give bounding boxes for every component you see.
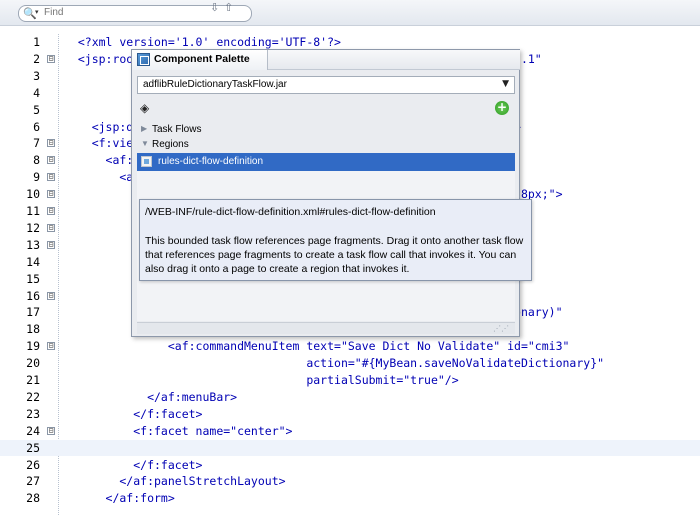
- line-number: 28: [26, 491, 40, 506]
- add-icon[interactable]: +: [495, 101, 509, 115]
- code-text: </f:facet>: [64, 406, 203, 421]
- line-number: 18: [26, 322, 40, 337]
- library-select-value: adflibRuleDictionaryTaskFlow.jar: [143, 79, 287, 90]
- line-number: 11: [26, 204, 40, 218]
- line-number: 7: [33, 136, 40, 151]
- line-number: 4: [33, 85, 40, 100]
- chevron-down-icon[interactable]: ▼: [502, 79, 509, 89]
- category-label: Regions: [152, 139, 189, 150]
- fold-toggle-icon[interactable]: ⊟: [47, 426, 55, 435]
- line-number: 22: [26, 389, 40, 404]
- code-line[interactable]: 25: [0, 439, 700, 457]
- line-number: 9: [33, 170, 40, 185]
- code-text: <f:facet name="center">: [64, 423, 293, 438]
- code-line[interactable]: 21 partialSubmit="true"/>: [0, 372, 700, 389]
- fold-toggle-icon[interactable]: ⊟: [47, 342, 55, 351]
- code-line[interactable]: 26 </f:facet>: [0, 457, 700, 474]
- code-text: <af:: [64, 153, 134, 168]
- palette-tab[interactable]: Component Palette: [132, 50, 268, 70]
- find-input[interactable]: [44, 7, 124, 18]
- resize-grip-icon[interactable]: ⋰⋰: [493, 324, 509, 333]
- line-number: 26: [26, 457, 40, 472]
- fold-toggle-icon[interactable]: ⊟: [47, 173, 55, 182]
- code-text: <f:vie: [64, 136, 134, 151]
- palette-item-label: rules-dict-flow-definition: [158, 156, 264, 167]
- code-text: action="#{MyBean.saveNoValidateDictionar…: [64, 356, 605, 371]
- category-regions[interactable]: ▼ Regions: [137, 138, 515, 153]
- line-number: 8: [33, 153, 40, 168]
- line-number: 19: [26, 339, 40, 354]
- line-number: 1: [33, 35, 40, 49]
- code-line[interactable]: 27 </af:panelStretchLayout>: [0, 473, 700, 490]
- chevron-down-icon[interactable]: ▾: [35, 8, 39, 16]
- code-line[interactable]: 23 </f:facet>: [0, 406, 700, 423]
- tooltip-description: This bounded task flow references page f…: [145, 235, 524, 275]
- code-line[interactable]: 20 action="#{MyBean.saveNoValidateDictio…: [0, 355, 700, 372]
- code-text: </af:menuBar>: [64, 389, 238, 404]
- palette-item-rules-dict-flow-definition[interactable]: rules-dict-flow-definition: [137, 153, 515, 171]
- category-task-flows[interactable]: ▶ Task Flows: [137, 123, 515, 138]
- code-text: </af:panelStretchLayout>: [64, 474, 286, 489]
- line-number: 23: [26, 406, 40, 421]
- fold-toggle-icon[interactable]: ⊟: [47, 190, 55, 199]
- fold-toggle-icon[interactable]: ⊟: [47, 223, 55, 232]
- category-label: Task Flows: [152, 124, 202, 135]
- line-number: 2: [33, 51, 40, 66]
- find-previous-button[interactable]: ⇧: [224, 1, 233, 14]
- find-toolbar: 🔍 ▾ ⇩ ⇧: [0, 0, 700, 26]
- line-number: 5: [33, 102, 40, 117]
- fold-toggle-icon[interactable]: ⊟: [47, 54, 55, 63]
- fold-toggle-icon[interactable]: ⊟: [47, 291, 55, 300]
- line-number: 25: [26, 440, 40, 455]
- palette-title: Component Palette: [154, 53, 250, 65]
- code-text: </f:facet>: [64, 457, 203, 472]
- palette-title-bar: Component Palette: [132, 50, 520, 70]
- line-number: 17: [26, 305, 40, 320]
- line-number: 13: [26, 237, 40, 252]
- line-number: 21: [26, 373, 40, 387]
- find-next-button[interactable]: ⇩: [210, 1, 219, 14]
- fold-toggle-icon[interactable]: ⊟: [47, 139, 55, 148]
- library-select[interactable]: adflibRuleDictionaryTaskFlow.jar ▼: [137, 76, 515, 94]
- code-line[interactable]: 28 </af:form>: [0, 490, 700, 507]
- line-number: 20: [26, 356, 40, 371]
- palette-status-bar: ⋰⋰: [137, 322, 515, 334]
- component-palette: Component Palette adflibRuleDictionaryTa…: [131, 49, 520, 337]
- collapse-arrow-icon[interactable]: ▼: [141, 139, 149, 148]
- tooltip-path: /WEB-INF/rule-dict-flow-definition.xml#r…: [145, 206, 436, 218]
- line-number: 24: [26, 423, 40, 438]
- line-number: 27: [26, 474, 40, 489]
- line-number: 16: [26, 288, 40, 303]
- expand-arrow-icon[interactable]: ▶: [141, 124, 147, 133]
- code-line[interactable]: 19 ⊟ <af:commandMenuItem text="Save Dict …: [0, 338, 700, 355]
- code-line[interactable]: 24 ⊟ <f:facet name="center">: [0, 423, 700, 440]
- code-text: <af:commandMenuItem text="Save Dict No V…: [64, 339, 570, 354]
- component-palette-icon: [137, 53, 150, 66]
- code-line[interactable]: 22 </af:menuBar>: [0, 389, 700, 406]
- palette-toolbar: ◈ +: [132, 98, 520, 120]
- task-flow-icon: [141, 156, 152, 167]
- line-number: 3: [33, 68, 40, 83]
- line-number: 14: [26, 254, 40, 269]
- fold-toggle-icon[interactable]: ⊟: [47, 240, 55, 249]
- fold-toggle-icon[interactable]: ⊟: [47, 207, 55, 215]
- code-text: partialSubmit="true"/>: [64, 373, 459, 387]
- line-number: 15: [26, 271, 40, 286]
- line-number: 6: [33, 119, 40, 134]
- code-text: <a: [64, 170, 134, 185]
- fold-toggle-icon[interactable]: ⊟: [47, 156, 55, 165]
- palette-item-tooltip: /WEB-INF/rule-dict-flow-definition.xml#r…: [139, 199, 532, 281]
- binoculars-icon[interactable]: ◈: [140, 101, 149, 115]
- line-number: 12: [26, 220, 40, 235]
- line-number: 10: [26, 187, 40, 202]
- code-text: </af:form>: [64, 491, 175, 506]
